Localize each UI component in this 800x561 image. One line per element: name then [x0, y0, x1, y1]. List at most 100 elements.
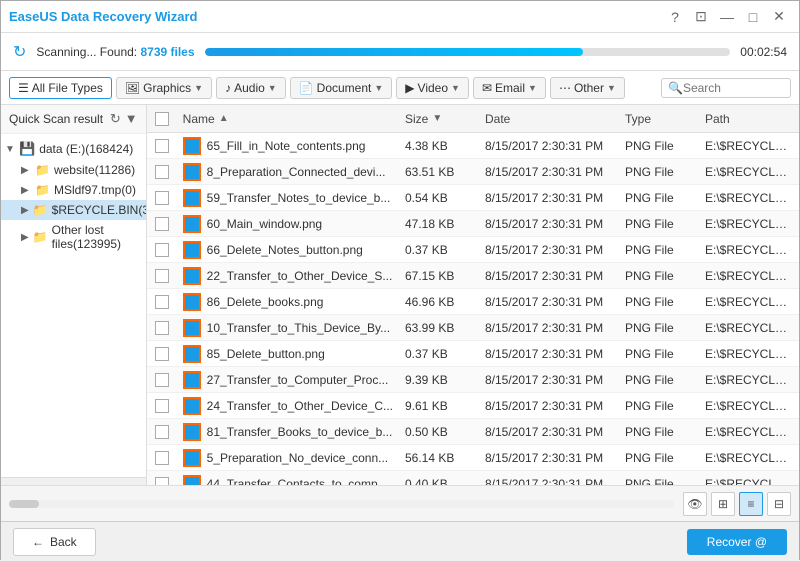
- row-checkbox[interactable]: [155, 139, 169, 153]
- filter-audio[interactable]: ♪ Audio ▼: [216, 77, 286, 99]
- row-checkbox[interactable]: [155, 321, 169, 335]
- header-size[interactable]: Size ▼: [399, 112, 479, 126]
- back-button[interactable]: ← ← Back Back: [13, 528, 96, 556]
- row-checkbox-cell[interactable]: [147, 217, 177, 231]
- row-checkbox-cell[interactable]: [147, 165, 177, 179]
- row-checkbox-cell[interactable]: [147, 399, 177, 413]
- row-checkbox[interactable]: [155, 295, 169, 309]
- filter-graphics[interactable]: 🖼 Graphics ▼: [116, 77, 212, 99]
- filter-email[interactable]: ✉ Email ▼: [473, 77, 546, 99]
- file-name: 24_Transfer_to_Other_Device_C...: [207, 399, 393, 413]
- file-name: 8_Preparation_Connected_devi...: [207, 165, 386, 179]
- header-name[interactable]: Name ▲: [177, 112, 399, 126]
- header-path[interactable]: Path: [699, 112, 799, 126]
- table-row[interactable]: 44_Transfer_Contacts_to_comp... 0.40 KB …: [147, 471, 799, 485]
- file-type-cell: PNG File: [619, 243, 699, 257]
- file-size-cell: 9.39 KB: [399, 373, 479, 387]
- table-row[interactable]: 81_Transfer_Books_to_device_b... 0.50 KB…: [147, 419, 799, 445]
- row-checkbox[interactable]: [155, 347, 169, 361]
- tree-item-data-e[interactable]: ▼ 💾 data (E:)(168424): [1, 138, 146, 160]
- file-size-cell: 67.15 KB: [399, 269, 479, 283]
- row-checkbox[interactable]: [155, 399, 169, 413]
- row-checkbox[interactable]: [155, 477, 169, 486]
- table-row[interactable]: 86_Delete_books.png 46.96 KB 8/15/2017 2…: [147, 289, 799, 315]
- row-checkbox[interactable]: [155, 451, 169, 465]
- sidebar-scrollbar[interactable]: [1, 477, 146, 485]
- table-row[interactable]: 8_Preparation_Connected_devi... 63.51 KB…: [147, 159, 799, 185]
- row-checkbox[interactable]: [155, 269, 169, 283]
- file-name-cell: 60_Main_window.png: [177, 215, 399, 233]
- tree-toggle: ▶: [21, 205, 29, 216]
- header-check[interactable]: [147, 112, 177, 126]
- select-all-checkbox[interactable]: [155, 112, 169, 126]
- table-row[interactable]: 22_Transfer_to_Other_Device_S... 67.15 K…: [147, 263, 799, 289]
- row-checkbox-cell[interactable]: [147, 191, 177, 205]
- maximize-button[interactable]: □: [741, 5, 765, 29]
- file-path-cell: E:\$RECYCLE.BI...: [699, 373, 799, 387]
- list-view-button[interactable]: ≡: [739, 492, 763, 516]
- grid-view-button[interactable]: ⊞: [711, 492, 735, 516]
- file-type-cell: PNG File: [619, 425, 699, 439]
- row-checkbox-cell[interactable]: [147, 295, 177, 309]
- row-checkbox-cell[interactable]: [147, 373, 177, 387]
- table-row[interactable]: 24_Transfer_to_Other_Device_C... 9.61 KB…: [147, 393, 799, 419]
- file-name-cell: 66_Delete_Notes_button.png: [177, 241, 399, 259]
- row-checkbox[interactable]: [155, 217, 169, 231]
- help-button[interactable]: ?: [663, 5, 687, 29]
- sidebar-header: Quick Scan result ↻ ▼: [1, 105, 146, 134]
- row-checkbox[interactable]: [155, 425, 169, 439]
- filter-document[interactable]: 📄 Document ▼: [290, 77, 393, 99]
- scan-status: Scanning... Found: 8739 files: [36, 45, 194, 59]
- search-input[interactable]: [683, 81, 784, 95]
- all-file-types-icon: ☰: [18, 81, 29, 95]
- row-checkbox-cell[interactable]: [147, 243, 177, 257]
- filter-all-file-types[interactable]: ☰ All File Types: [9, 77, 112, 99]
- filter-other[interactable]: ⋯ Other ▼: [550, 77, 625, 99]
- row-checkbox-cell[interactable]: [147, 477, 177, 486]
- row-checkbox[interactable]: [155, 165, 169, 179]
- row-checkbox[interactable]: [155, 191, 169, 205]
- table-row[interactable]: 85_Delete_button.png 0.37 KB 8/15/2017 2…: [147, 341, 799, 367]
- tree-item-website[interactable]: ▶ 📁 website(11286): [1, 160, 146, 180]
- row-checkbox-cell[interactable]: [147, 347, 177, 361]
- row-checkbox[interactable]: [155, 373, 169, 387]
- chevron-down-icon[interactable]: ▼: [125, 111, 138, 127]
- horizontal-scrollbar[interactable]: [9, 500, 675, 508]
- filter-video[interactable]: ▶ Video ▼: [396, 77, 469, 99]
- refresh-icon[interactable]: ↻: [110, 111, 121, 127]
- file-tree: ▼ 💾 data (E:)(168424) ▶ 📁 website(11286)…: [1, 134, 146, 477]
- search-box[interactable]: 🔍: [661, 78, 791, 98]
- table-row[interactable]: 10_Transfer_to_This_Device_By... 63.99 K…: [147, 315, 799, 341]
- tree-item-msldf97[interactable]: ▶ 📁 MSldf97.tmp(0): [1, 180, 146, 200]
- recover-button[interactable]: Recover @: [687, 529, 787, 555]
- row-checkbox-cell[interactable]: [147, 269, 177, 283]
- row-checkbox-cell[interactable]: [147, 139, 177, 153]
- folder-icon: 📁: [35, 163, 50, 177]
- minimize-button[interactable]: —: [715, 5, 739, 29]
- tree-item-other-lost[interactable]: ▶ 📁 Other lost files(123995): [1, 220, 146, 254]
- details-view-button[interactable]: ⊟: [767, 492, 791, 516]
- table-row[interactable]: 66_Delete_Notes_button.png 0.37 KB 8/15/…: [147, 237, 799, 263]
- table-row[interactable]: 59_Transfer_Notes_to_device_b... 0.54 KB…: [147, 185, 799, 211]
- table-row[interactable]: 60_Main_window.png 47.18 KB 8/15/2017 2:…: [147, 211, 799, 237]
- row-checkbox-cell[interactable]: [147, 321, 177, 335]
- row-checkbox[interactable]: [155, 243, 169, 257]
- tree-item-recycle-bin[interactable]: ▶ 📁 $RECYCLE.BIN(33137): [1, 200, 146, 220]
- file-type-cell: PNG File: [619, 399, 699, 413]
- table-row[interactable]: 65_Fill_in_Note_contents.png 4.38 KB 8/1…: [147, 133, 799, 159]
- header-type[interactable]: Type: [619, 112, 699, 126]
- table-row[interactable]: 27_Transfer_to_Computer_Proc... 9.39 KB …: [147, 367, 799, 393]
- row-checkbox-cell[interactable]: [147, 425, 177, 439]
- file-path-cell: E:\$RECYCLE.BI...: [699, 477, 799, 486]
- file-type-cell: PNG File: [619, 477, 699, 486]
- row-checkbox-cell[interactable]: [147, 451, 177, 465]
- register-button[interactable]: ⊡: [689, 5, 713, 29]
- header-date[interactable]: Date: [479, 112, 619, 126]
- preview-button[interactable]: 👁: [683, 492, 707, 516]
- table-row[interactable]: 5_Preparation_No_device_conn... 56.14 KB…: [147, 445, 799, 471]
- file-thumbnail: [183, 293, 201, 311]
- file-name-cell: 8_Preparation_Connected_devi...: [177, 163, 399, 181]
- file-type-cell: PNG File: [619, 321, 699, 335]
- close-button[interactable]: ✕: [767, 5, 791, 29]
- file-thumbnail: [183, 163, 201, 181]
